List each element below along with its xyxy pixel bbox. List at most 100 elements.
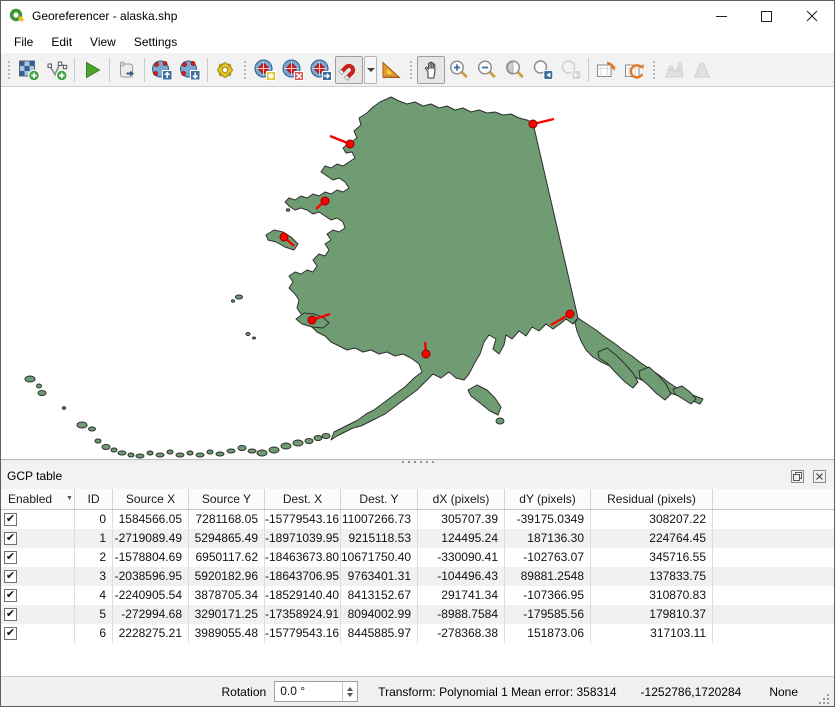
- move-point-button[interactable]: [307, 56, 335, 84]
- cell-source-y[interactable]: 5294865.49: [189, 529, 265, 548]
- cell-residual[interactable]: 317103.11: [591, 624, 713, 643]
- table-row[interactable]: ✔2-1578804.696950117.62-18463673.8010671…: [1, 548, 834, 567]
- enabled-checkbox[interactable]: ✔: [4, 589, 17, 602]
- cell-source-x[interactable]: -2719089.49: [113, 529, 189, 548]
- header-enabled[interactable]: Enabled ▼: [1, 489, 75, 509]
- enabled-checkbox[interactable]: ✔: [4, 608, 17, 621]
- cell-id[interactable]: 0: [75, 510, 113, 529]
- cell-id[interactable]: 3: [75, 567, 113, 586]
- cell-dest-y[interactable]: 8413152.67: [341, 586, 418, 605]
- cell-id[interactable]: 1: [75, 529, 113, 548]
- header-residual-pixels[interactable]: Residual (pixels): [591, 489, 713, 509]
- cell-dest-y[interactable]: 9215118.53: [341, 529, 418, 548]
- gcp-point[interactable]: [529, 120, 537, 128]
- cell-residual[interactable]: 345716.55: [591, 548, 713, 567]
- add-point-button[interactable]: [251, 56, 279, 84]
- menu-settings[interactable]: Settings: [125, 33, 186, 51]
- set-square-button[interactable]: [377, 56, 405, 84]
- resize-grip[interactable]: [818, 693, 831, 706]
- cell-source-x[interactable]: -2240905.54: [113, 586, 189, 605]
- cell-source-y[interactable]: 5920182.96: [189, 567, 265, 586]
- cell-dest-y[interactable]: 9763401.31: [341, 567, 418, 586]
- cell-dest-y[interactable]: 10671750.40: [341, 548, 418, 567]
- enabled-checkbox[interactable]: ✔: [4, 532, 17, 545]
- cell-dx[interactable]: -330090.41: [418, 548, 505, 567]
- cell-residual[interactable]: 179810.37: [591, 605, 713, 624]
- cell-dest-y[interactable]: 8445885.97: [341, 624, 418, 643]
- transformation-settings-button[interactable]: [211, 56, 239, 84]
- cell-dy[interactable]: 151873.06: [505, 624, 591, 643]
- cell-dest-x[interactable]: -15779543.16: [265, 510, 341, 529]
- spin-down-icon[interactable]: [347, 693, 353, 697]
- cell-dx[interactable]: 124495.24: [418, 529, 505, 548]
- cell-dest-x[interactable]: -15779543.16: [265, 624, 341, 643]
- table-row[interactable]: ✔ 5-272994.683290171.25-17358924.91809400…: [1, 605, 834, 624]
- cell-dy[interactable]: -102763.07: [505, 548, 591, 567]
- cell-dx[interactable]: -8988.7584: [418, 605, 505, 624]
- enabled-checkbox[interactable]: ✔: [4, 627, 17, 640]
- load-gcp-points-button[interactable]: [148, 56, 176, 84]
- cell-dy[interactable]: 89881.2548: [505, 567, 591, 586]
- snap-to-features-button[interactable]: [335, 56, 363, 84]
- cell-source-x[interactable]: -1578804.69: [113, 548, 189, 567]
- cell-dy[interactable]: -179585.56: [505, 605, 591, 624]
- float-panel-button[interactable]: [788, 468, 806, 484]
- pan-button[interactable]: [417, 56, 445, 84]
- zoom-to-layer-button[interactable]: [501, 56, 529, 84]
- close-button[interactable]: [789, 1, 834, 31]
- cell-dx[interactable]: -104496.43: [418, 567, 505, 586]
- save-gcp-points-button[interactable]: [176, 56, 204, 84]
- gcp-point[interactable]: [566, 310, 574, 318]
- table-row[interactable]: ✔3-2038596.955920182.96-18643706.9597634…: [1, 567, 834, 586]
- menu-view[interactable]: View: [81, 33, 125, 51]
- spin-up-icon[interactable]: [347, 687, 353, 691]
- enabled-checkbox[interactable]: ✔: [4, 570, 17, 583]
- menu-file[interactable]: File: [5, 33, 42, 51]
- titlebar[interactable]: Georeferencer - alaska.shp: [1, 1, 834, 31]
- cell-source-x[interactable]: -2038596.95: [113, 567, 189, 586]
- header-id[interactable]: ID: [75, 489, 113, 509]
- cell-id[interactable]: 5: [75, 605, 113, 624]
- gcp-point[interactable]: [280, 233, 288, 241]
- close-panel-button[interactable]: [810, 468, 828, 484]
- cell-dest-x[interactable]: -18971039.95: [265, 529, 341, 548]
- cell-residual[interactable]: 137833.75: [591, 567, 713, 586]
- gcp-point[interactable]: [308, 316, 316, 324]
- cell-source-y[interactable]: 3290171.25: [189, 605, 265, 624]
- rotation-value[interactable]: 0.0 °: [275, 682, 342, 701]
- cell-residual[interactable]: 308207.22: [591, 510, 713, 529]
- zoom-last-button[interactable]: [529, 56, 557, 84]
- delete-point-button[interactable]: [279, 56, 307, 84]
- header-dest-x[interactable]: Dest. X: [265, 489, 341, 509]
- generate-gdal-script-button[interactable]: [113, 56, 141, 84]
- cell-id[interactable]: 4: [75, 586, 113, 605]
- table-row[interactable]: ✔62228275.213989055.48-15779543.16844588…: [1, 624, 834, 643]
- open-raster-button[interactable]: [15, 56, 43, 84]
- cell-dx[interactable]: 305707.39: [418, 510, 505, 529]
- snap-options-dropdown[interactable]: [364, 56, 377, 84]
- link-qgis-to-georeferencer-button[interactable]: [620, 56, 648, 84]
- cell-source-x[interactable]: -272994.68: [113, 605, 189, 624]
- cell-id[interactable]: 6: [75, 624, 113, 643]
- gcp-point[interactable]: [422, 350, 430, 358]
- cell-source-x[interactable]: 2228275.21: [113, 624, 189, 643]
- minimize-button[interactable]: [699, 1, 744, 31]
- zoom-in-button[interactable]: [445, 56, 473, 84]
- toolbar-drag-handle[interactable]: [242, 59, 248, 81]
- gcp-point[interactable]: [321, 197, 329, 205]
- zoom-out-button[interactable]: [473, 56, 501, 84]
- cell-source-y[interactable]: 3878705.34: [189, 586, 265, 605]
- cell-dest-y[interactable]: 8094002.99: [341, 605, 418, 624]
- enabled-checkbox[interactable]: ✔: [4, 551, 17, 564]
- cell-residual[interactable]: 310870.83: [591, 586, 713, 605]
- cell-dest-y[interactable]: 11007266.73: [341, 510, 418, 529]
- cell-id[interactable]: 2: [75, 548, 113, 567]
- rotation-spinbox[interactable]: 0.0 °: [274, 681, 358, 702]
- start-georeferencing-button[interactable]: [78, 56, 106, 84]
- rotation-spin-buttons[interactable]: [342, 682, 357, 701]
- header-source-y[interactable]: Source Y: [189, 489, 265, 509]
- cell-residual[interactable]: 224764.45: [591, 529, 713, 548]
- header-source-x[interactable]: Source X: [113, 489, 189, 509]
- cell-dest-x[interactable]: -17358924.91: [265, 605, 341, 624]
- toolbar-drag-handle[interactable]: [6, 59, 12, 81]
